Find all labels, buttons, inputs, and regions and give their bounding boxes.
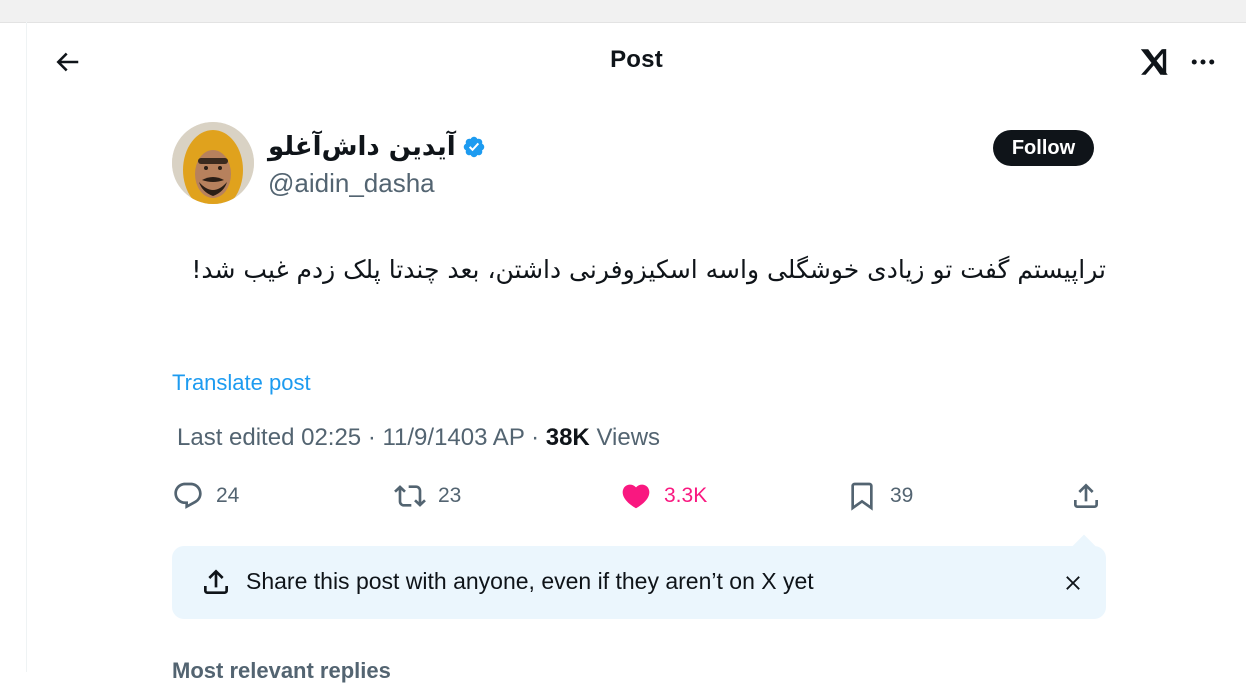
avatar-image bbox=[172, 122, 254, 204]
x-logo-icon bbox=[1140, 49, 1168, 75]
edited-timestamp[interactable]: Last edited 02:25 · 11/9/1403 AP bbox=[177, 424, 524, 451]
bookmark-count: 39 bbox=[890, 484, 914, 507]
translate-post-link[interactable]: Translate post bbox=[172, 370, 311, 396]
share-button[interactable] bbox=[1070, 478, 1114, 514]
tip-caret bbox=[1072, 534, 1096, 558]
follow-button[interactable]: Follow bbox=[993, 130, 1094, 166]
user-handle[interactable]: @aidin_dasha bbox=[268, 168, 435, 199]
left-border bbox=[26, 22, 27, 672]
like-button[interactable]: 3.3K bbox=[620, 478, 707, 514]
avatar[interactable] bbox=[172, 122, 254, 204]
reply-icon bbox=[174, 482, 202, 509]
action-bar: 24 23 3.3K 39 bbox=[172, 478, 1106, 514]
share-tip-banner: Share this post with anyone, even if the… bbox=[172, 534, 1106, 619]
close-tip-button[interactable] bbox=[1058, 568, 1088, 598]
more-options-button[interactable] bbox=[1185, 44, 1221, 80]
reply-button[interactable]: 24 bbox=[172, 478, 239, 514]
more-horizontal-icon bbox=[1191, 59, 1215, 65]
tweet-text: تراپیستم گفت تو زیادی خوشگلی واسه اسکیزو… bbox=[191, 255, 1106, 284]
repost-count: 23 bbox=[438, 484, 462, 507]
meta-separator: · bbox=[531, 424, 546, 451]
post-header: Post bbox=[27, 22, 1246, 100]
browser-top-strip bbox=[0, 0, 1246, 23]
share-icon bbox=[1074, 483, 1098, 508]
repost-button[interactable]: 23 bbox=[394, 478, 461, 514]
reply-count: 24 bbox=[216, 484, 240, 507]
post-metadata: Last edited 02:25 · 11/9/1403 AP · 38K V… bbox=[177, 424, 660, 452]
views-label: Views bbox=[596, 424, 661, 451]
heart-filled-icon bbox=[622, 484, 650, 509]
replies-sort-label[interactable]: Most relevant replies bbox=[172, 658, 391, 684]
close-icon bbox=[1066, 576, 1080, 590]
share-icon bbox=[204, 569, 228, 594]
x-logo-button[interactable] bbox=[1137, 44, 1173, 80]
bookmark-icon bbox=[851, 482, 873, 511]
page-title: Post bbox=[610, 46, 663, 73]
display-name-row: آیدین داش‌آغلو bbox=[268, 132, 486, 162]
like-count: 3.3K bbox=[664, 484, 708, 507]
verified-badge-icon bbox=[463, 136, 484, 158]
views-count: 38K bbox=[545, 424, 590, 451]
display-name[interactable]: آیدین داش‌آغلو bbox=[268, 132, 456, 162]
repost-icon bbox=[394, 485, 426, 507]
author-block: آیدین داش‌آغلو @aidin_dasha Follow bbox=[172, 122, 1112, 206]
bookmark-button[interactable]: 39 bbox=[846, 478, 913, 514]
share-tip-text: Share this post with anyone, even if the… bbox=[246, 568, 814, 594]
